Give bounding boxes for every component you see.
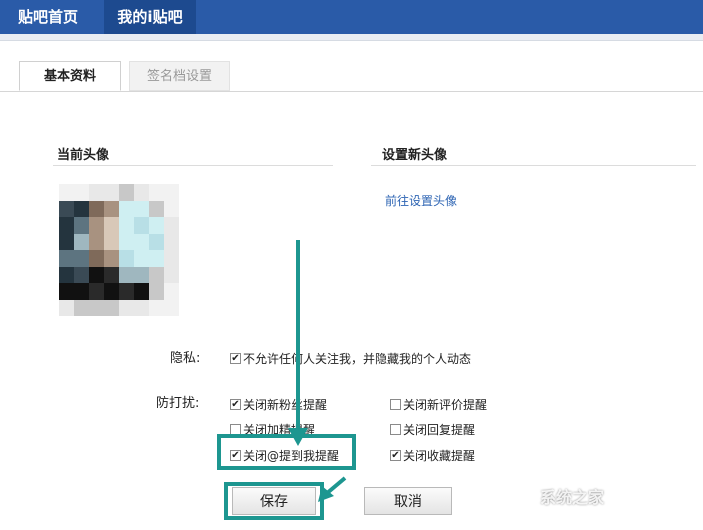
tab-basic-info[interactable]: 基本资料 [19, 61, 121, 91]
down-arrow-head [288, 428, 308, 446]
diagonal-arrow-shaft [324, 476, 347, 496]
watermark: 系统之家 [540, 488, 605, 507]
